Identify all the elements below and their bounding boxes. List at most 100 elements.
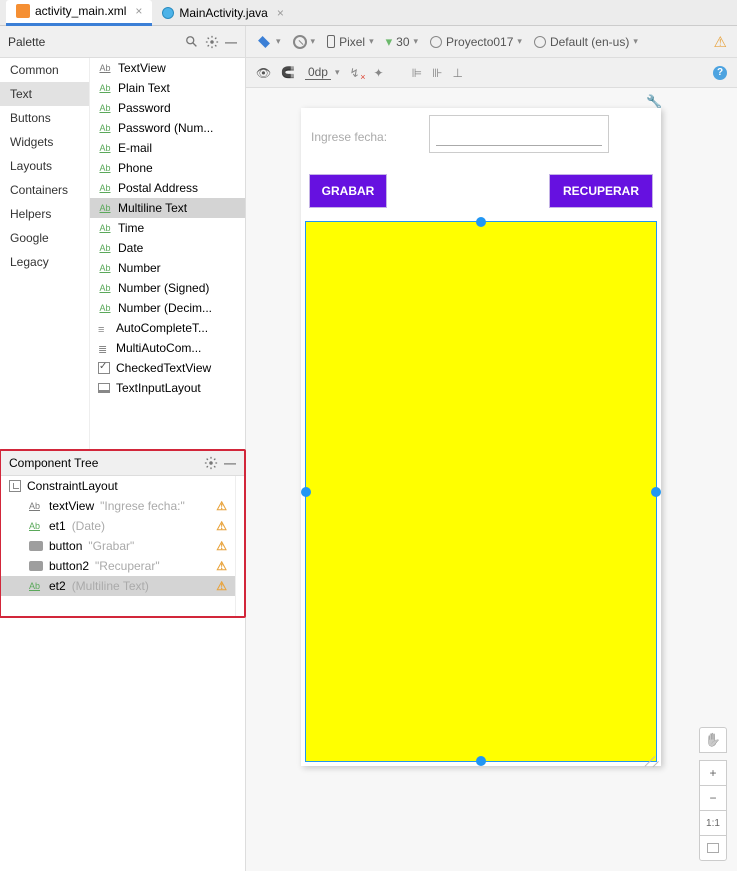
design-toolbar: ▾ ▾ Pixel▾ ▾30▾ Proyecto017▾ Default (en… bbox=[246, 26, 737, 58]
java-icon bbox=[162, 7, 174, 19]
preview-multiline-selected[interactable] bbox=[305, 221, 657, 762]
text-icon: Ab bbox=[98, 163, 112, 173]
text-icon: Ab bbox=[98, 263, 112, 273]
palette-item-number[interactable]: AbNumber bbox=[90, 258, 245, 278]
preview-date-input[interactable] bbox=[429, 115, 609, 153]
tree-root[interactable]: ConstraintLayout bbox=[1, 476, 235, 496]
design-toolbar-2: 0dp▾ ? bbox=[246, 58, 737, 88]
gear-icon[interactable] bbox=[204, 456, 218, 470]
check-icon bbox=[98, 362, 110, 374]
text-icon: Ab bbox=[98, 143, 112, 153]
palette-item-password[interactable]: AbPassword bbox=[90, 98, 245, 118]
close-icon[interactable]: × bbox=[135, 4, 142, 18]
preview-btn-grabar[interactable]: GRABAR bbox=[309, 174, 387, 208]
warning-icon[interactable]: ⚠ bbox=[216, 519, 227, 533]
palette-items: AbTextView AbPlain Text AbPassword AbPas… bbox=[90, 58, 245, 449]
autocomplete-icon bbox=[98, 322, 110, 334]
gear-icon[interactable] bbox=[205, 35, 219, 49]
palette-item-number-decim[interactable]: AbNumber (Decim... bbox=[90, 298, 245, 318]
palette-item-multiauto[interactable]: MultiAutoCom... bbox=[90, 338, 245, 358]
selection-handle-left[interactable] bbox=[301, 487, 311, 497]
text-icon: Ab bbox=[98, 243, 112, 253]
device-selector[interactable]: Pixel▾ bbox=[327, 35, 374, 49]
warning-icon[interactable]: ⚠ bbox=[216, 559, 227, 573]
search-icon[interactable] bbox=[185, 35, 199, 49]
device-frame[interactable]: Ingrese fecha: GRABAR RECUPERAR bbox=[301, 108, 661, 766]
selection-handle-right[interactable] bbox=[651, 487, 661, 497]
design-surface-icon[interactable]: ▾ bbox=[256, 34, 281, 50]
palette-item-password-num[interactable]: AbPassword (Num... bbox=[90, 118, 245, 138]
text-icon: Ab bbox=[29, 581, 43, 591]
text-icon: Ab bbox=[29, 521, 43, 531]
align-icon[interactable] bbox=[432, 66, 442, 80]
tree-item-et2[interactable]: Ab et2 (Multiline Text) ⚠ bbox=[1, 576, 235, 596]
text-icon: Ab bbox=[29, 501, 43, 511]
api-selector[interactable]: ▾30▾ bbox=[386, 34, 418, 50]
zoom-out-button[interactable]: − bbox=[699, 785, 727, 811]
palette-item-textview[interactable]: AbTextView bbox=[90, 58, 245, 78]
palette-cat-google[interactable]: Google bbox=[0, 226, 89, 250]
tab-main-activity[interactable]: MainActivity.java × bbox=[152, 0, 294, 26]
view-options-icon[interactable] bbox=[256, 66, 271, 80]
warning-icon[interactable]: ⚠ bbox=[216, 499, 227, 513]
palette-item-phone[interactable]: AbPhone bbox=[90, 158, 245, 178]
tree-item-textview[interactable]: Ab textView "Ingrese fecha:" ⚠ bbox=[1, 496, 235, 516]
tree-item-et1[interactable]: Ab et1 (Date) ⚠ bbox=[1, 516, 235, 536]
palette-cat-containers[interactable]: Containers bbox=[0, 178, 89, 202]
palette-item-multiline[interactable]: AbMultiline Text bbox=[90, 198, 245, 218]
palette-cat-legacy[interactable]: Legacy bbox=[0, 250, 89, 274]
tab-activity-main[interactable]: activity_main.xml × bbox=[6, 0, 152, 26]
close-icon[interactable]: × bbox=[277, 6, 284, 20]
zoom-fit-button[interactable]: 1:1 bbox=[699, 810, 727, 836]
locale-selector[interactable]: Default (en-us)▾ bbox=[534, 35, 638, 49]
palette-cat-text[interactable]: Text bbox=[0, 82, 89, 106]
selection-handle-top[interactable] bbox=[476, 217, 486, 227]
guidelines-icon[interactable] bbox=[452, 66, 462, 80]
palette-item-time[interactable]: AbTime bbox=[90, 218, 245, 238]
text-icon: Ab bbox=[98, 123, 112, 133]
component-tree-header: Component Tree — bbox=[1, 451, 244, 476]
warning-icon[interactable]: ⚠ bbox=[216, 539, 227, 553]
text-icon: Ab bbox=[98, 283, 112, 293]
pack-icon[interactable] bbox=[412, 66, 422, 80]
zoom-reset-button[interactable] bbox=[699, 835, 727, 861]
selection-handle-bottom[interactable] bbox=[476, 756, 486, 766]
palette-item-postal[interactable]: AbPostal Address bbox=[90, 178, 245, 198]
minimize-icon[interactable]: — bbox=[224, 456, 236, 470]
help-icon[interactable]: ? bbox=[713, 66, 727, 80]
palette-item-textinputlayout[interactable]: TextInputLayout bbox=[90, 378, 245, 398]
palette-cat-layouts[interactable]: Layouts bbox=[0, 154, 89, 178]
preview-btn-recuperar[interactable]: RECUPERAR bbox=[549, 174, 653, 208]
palette-item-date[interactable]: AbDate bbox=[90, 238, 245, 258]
canvas[interactable]: 🔧 Ingrese fecha: GRABAR RECUPERAR + − bbox=[246, 88, 737, 871]
orientation-icon[interactable]: ▾ bbox=[293, 35, 316, 49]
infer-constraints-icon[interactable] bbox=[374, 66, 384, 80]
preview-label[interactable]: Ingrese fecha: bbox=[311, 130, 387, 144]
clear-constraints-icon[interactable] bbox=[350, 66, 364, 80]
tree-item-button[interactable]: button "Grabar" ⚠ bbox=[1, 536, 235, 556]
zoom-in-button[interactable]: + bbox=[699, 760, 727, 786]
autoconnect-icon[interactable] bbox=[281, 66, 295, 79]
palette-item-number-signed[interactable]: AbNumber (Signed) bbox=[90, 278, 245, 298]
palette-header: Palette — bbox=[0, 26, 245, 58]
resize-handle[interactable] bbox=[639, 744, 659, 764]
minimize-icon[interactable]: — bbox=[225, 35, 237, 49]
tab-label: MainActivity.java bbox=[179, 6, 267, 20]
default-margin[interactable]: 0dp▾ bbox=[305, 65, 340, 80]
tree-item-button2[interactable]: button2 "Recuperar" ⚠ bbox=[1, 556, 235, 576]
palette-item-plaintext[interactable]: AbPlain Text bbox=[90, 78, 245, 98]
palette-item-checkedtext[interactable]: CheckedTextView bbox=[90, 358, 245, 378]
warning-icon[interactable]: ⚠ bbox=[714, 33, 727, 51]
palette-cat-widgets[interactable]: Widgets bbox=[0, 130, 89, 154]
palette-title: Palette bbox=[8, 35, 45, 49]
palette-cat-helpers[interactable]: Helpers bbox=[0, 202, 89, 226]
text-icon: Ab bbox=[98, 183, 112, 193]
warning-icon[interactable]: ⚠ bbox=[216, 579, 227, 593]
palette-item-autocomplete[interactable]: AutoCompleteT... bbox=[90, 318, 245, 338]
palette-item-email[interactable]: AbE-mail bbox=[90, 138, 245, 158]
theme-selector[interactable]: Proyecto017▾ bbox=[430, 35, 522, 49]
text-icon: Ab bbox=[98, 83, 112, 93]
palette-cat-buttons[interactable]: Buttons bbox=[0, 106, 89, 130]
palette-cat-common[interactable]: Common bbox=[0, 58, 89, 82]
pan-button[interactable] bbox=[699, 727, 727, 753]
